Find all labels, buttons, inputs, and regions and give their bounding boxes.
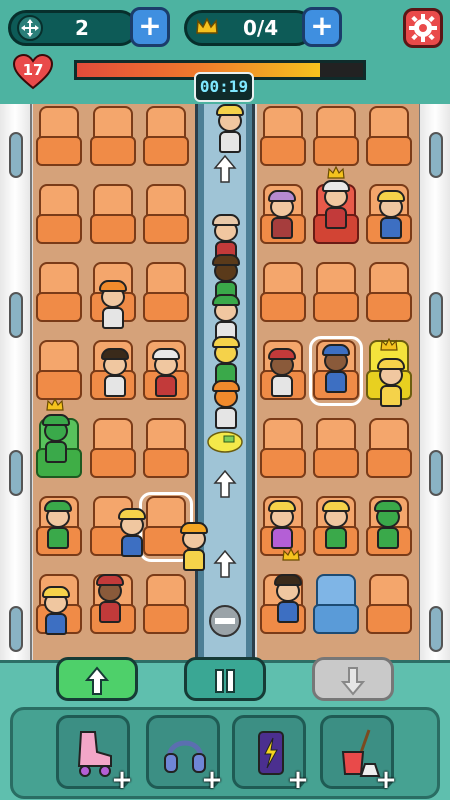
seat[interactable] [313, 262, 359, 324]
seat[interactable] [90, 184, 136, 246]
add-powerup-icon: + [111, 765, 133, 795]
crown-icon [196, 17, 218, 34]
seat[interactable] [366, 262, 412, 324]
seat[interactable] [143, 574, 189, 636]
seat[interactable] [260, 418, 306, 480]
seat[interactable] [143, 106, 189, 168]
powerup-roller-skate[interactable]: + [56, 715, 133, 793]
passenger[interactable] [210, 380, 242, 432]
arrow-up-icon [213, 469, 237, 498]
passenger[interactable] [40, 586, 72, 638]
passenger[interactable] [375, 358, 407, 410]
pause-icon [215, 669, 235, 693]
move-arrows-icon [17, 15, 43, 41]
seat[interactable] [366, 574, 412, 636]
passenger[interactable] [178, 522, 210, 574]
seat[interactable] [143, 418, 189, 480]
passenger[interactable] [375, 190, 407, 242]
passenger[interactable] [40, 414, 72, 466]
airplane-cabin [0, 104, 450, 674]
vip-crown-icon [46, 398, 64, 411]
passenger[interactable] [150, 348, 182, 400]
seat[interactable] [36, 106, 82, 168]
window [9, 292, 23, 338]
move-down-button[interactable] [312, 657, 394, 701]
vip-crown-icon [380, 338, 398, 351]
seat[interactable] [90, 418, 136, 480]
seat[interactable] [90, 106, 136, 168]
passenger[interactable] [320, 180, 352, 232]
add-moves-button[interactable]: + [130, 7, 170, 47]
seat[interactable] [366, 106, 412, 168]
moves-counter: 2 [8, 10, 138, 46]
passenger[interactable] [266, 500, 298, 552]
seat[interactable] [313, 106, 359, 168]
powerup-energy-can[interactable]: + [232, 715, 309, 793]
right-wall [418, 104, 450, 674]
seat[interactable] [143, 262, 189, 324]
arrow-up-icon [213, 154, 237, 183]
arrow-up-icon [84, 666, 110, 695]
seat[interactable] [143, 184, 189, 246]
passenger[interactable] [97, 280, 129, 332]
window [429, 606, 443, 652]
passenger[interactable] [99, 348, 131, 400]
moves-value: 2 [75, 16, 89, 40]
seat[interactable] [36, 262, 82, 324]
passenger[interactable] [266, 348, 298, 400]
lives-value: 17 [22, 61, 44, 79]
no-entry-icon [209, 605, 241, 637]
bottom-controls: + + + + [0, 657, 450, 800]
passenger[interactable] [214, 104, 246, 156]
seat[interactable] [260, 262, 306, 324]
window [429, 132, 443, 178]
passenger[interactable] [372, 500, 404, 552]
seat[interactable] [36, 184, 82, 246]
passenger[interactable] [116, 508, 148, 560]
timer-display: 00:19 [194, 72, 254, 102]
passenger[interactable] [94, 574, 126, 626]
left-wall [0, 104, 32, 674]
add-powerup-icon: + [201, 765, 223, 795]
add-powerup-icon: + [375, 765, 397, 795]
seat[interactable] [366, 418, 412, 480]
crown-value: 0/4 [243, 16, 279, 40]
seat[interactable] [313, 418, 359, 480]
gear-icon [409, 14, 437, 42]
seat[interactable] [260, 106, 306, 168]
vip-crown-icon [282, 548, 300, 561]
settings-button[interactable] [403, 8, 443, 48]
arrow-down-icon [340, 667, 366, 696]
passenger[interactable] [320, 344, 352, 396]
vip-crown-icon [327, 166, 345, 179]
window [429, 450, 443, 496]
passenger[interactable] [42, 500, 74, 552]
powerup-headphones[interactable]: + [146, 715, 223, 793]
spill-icon [207, 431, 243, 453]
passenger[interactable] [272, 574, 304, 626]
crown-counter: 0/4 [184, 10, 314, 46]
seat[interactable] [313, 574, 359, 636]
add-crowns-button[interactable]: + [302, 7, 342, 47]
top-hud: 2 + 0/4 + 17 00:19 [0, 0, 450, 104]
add-powerup-icon: + [287, 765, 309, 795]
passenger[interactable] [320, 500, 352, 552]
move-up-button[interactable] [56, 657, 138, 701]
window [9, 132, 23, 178]
passenger[interactable] [266, 190, 298, 242]
pause-button[interactable] [184, 657, 266, 701]
powerup-mop-bucket[interactable]: + [320, 715, 397, 793]
window [9, 450, 23, 496]
seat[interactable] [36, 340, 82, 402]
arrow-up-icon [213, 549, 237, 578]
lives-heart: 17 [12, 53, 54, 90]
window [429, 292, 443, 338]
window [9, 606, 23, 652]
